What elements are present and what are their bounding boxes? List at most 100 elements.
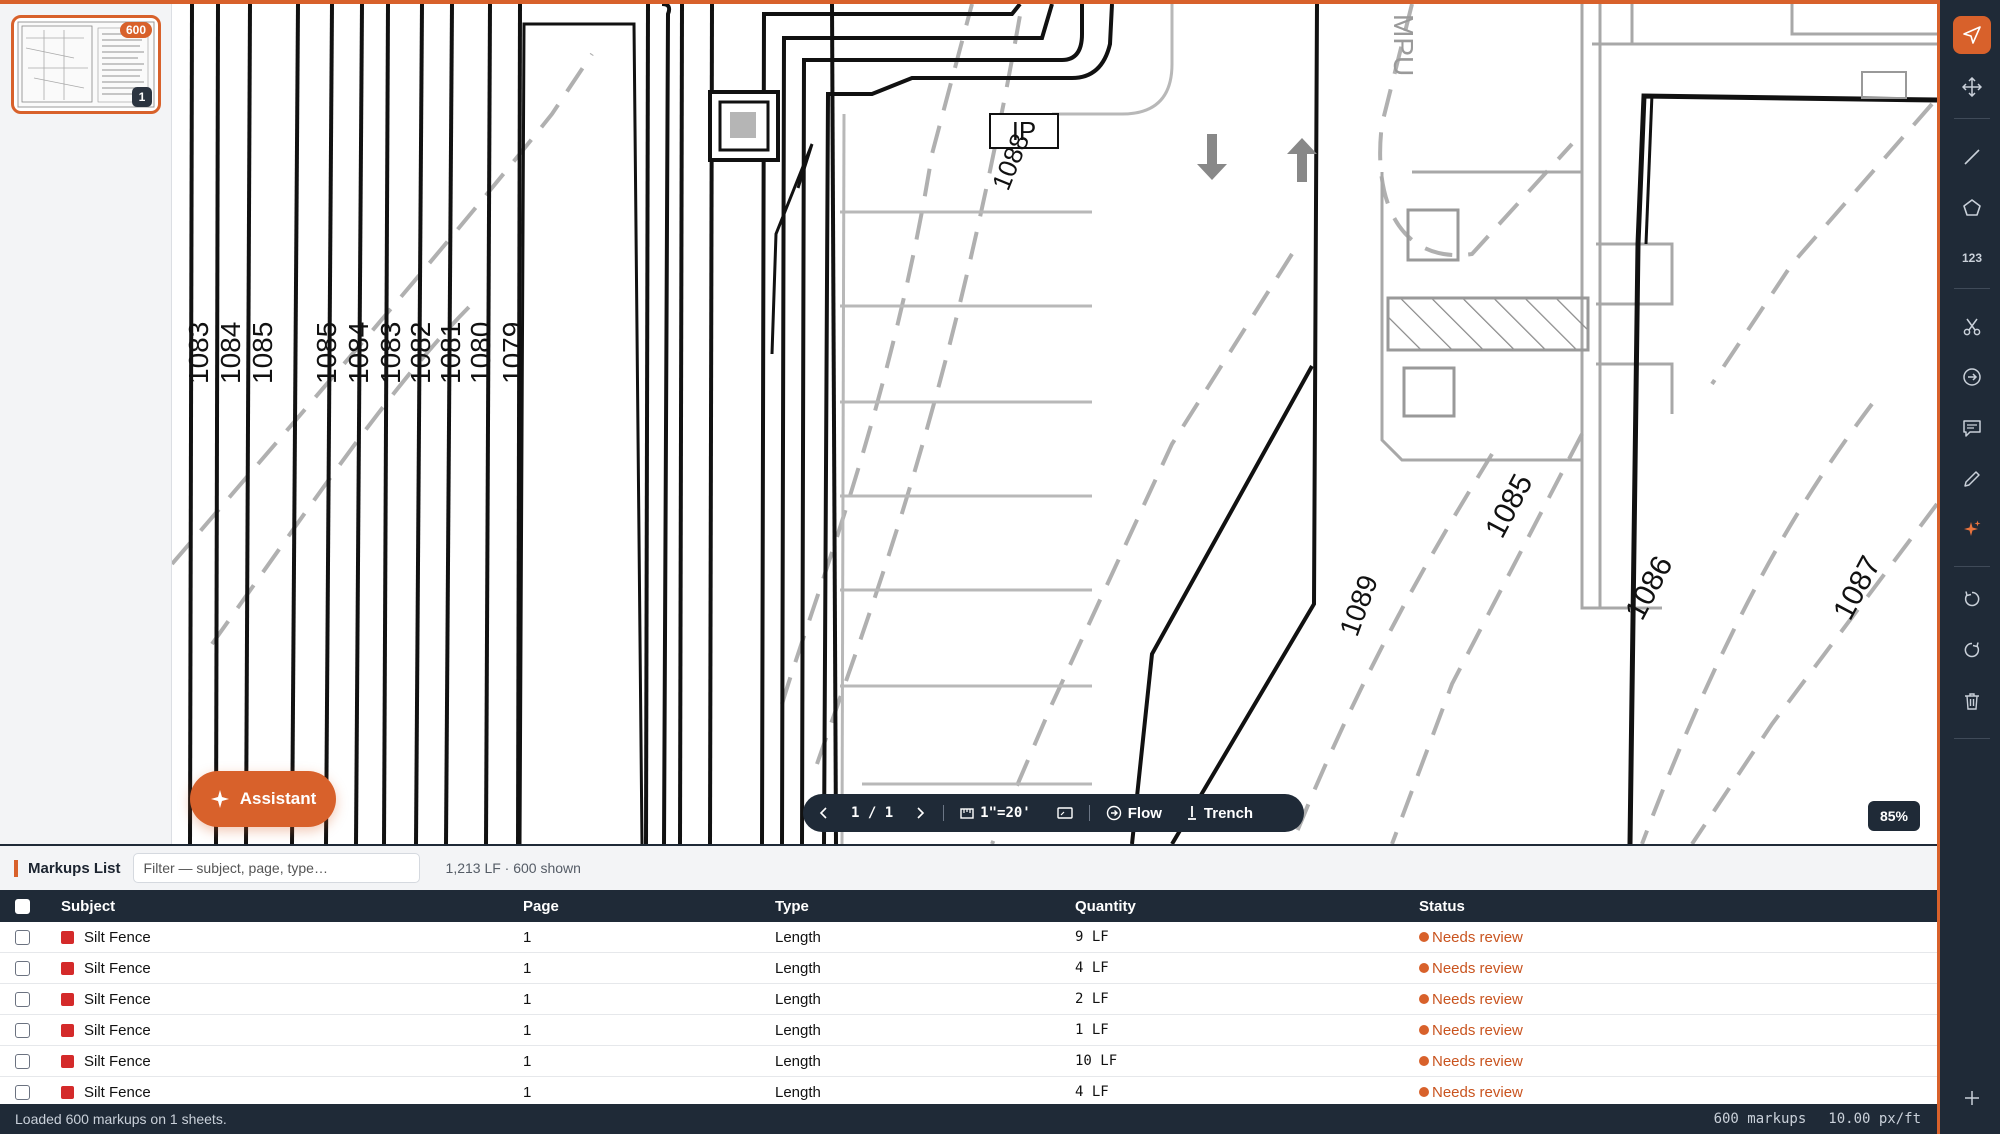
column-header-type[interactable]: Type xyxy=(775,890,809,922)
undo-button[interactable] xyxy=(1953,580,1991,618)
row-subject-text: Silt Fence xyxy=(84,1052,151,1070)
chevron-right-icon xyxy=(917,807,925,819)
row-status-text: Needs review xyxy=(1432,928,1523,946)
markups-panel-header: Markups List 1,213 LF · 600 shown xyxy=(0,846,1937,890)
markups-table-body: Silt Fence 1 Length 9 LF Needs review Silt Fe… xyxy=(0,922,1937,1106)
scale-label: 1"=20' xyxy=(980,805,1031,821)
trench-label: Trench xyxy=(1203,804,1254,822)
column-header-status[interactable]: Status xyxy=(1419,890,1465,922)
markups-summary: 1,213 LF · 600 shown xyxy=(445,860,581,876)
column-header-subject[interactable]: Subject xyxy=(61,890,115,922)
row-status[interactable]: Needs review xyxy=(1419,953,1523,983)
row-status[interactable]: Needs review xyxy=(1419,1015,1523,1045)
row-status[interactable]: Needs review xyxy=(1419,984,1523,1014)
drawing-canvas[interactable]: IP 1088 MPU 1089 1085 1086 1087 1083 108… xyxy=(172,4,1937,844)
status-dot-icon xyxy=(1419,963,1429,973)
row-checkbox[interactable] xyxy=(15,1077,30,1106)
row-checkbox[interactable] xyxy=(15,984,30,1014)
contour-label: 1085 xyxy=(247,322,278,384)
count-tool-button[interactable]: 123 xyxy=(1953,239,1991,277)
label-1089: 1089 xyxy=(1334,571,1384,640)
assistant-button[interactable]: Assistant xyxy=(190,771,336,827)
markup-color-swatch xyxy=(61,992,74,1006)
markup-row[interactable]: Silt Fence 1 Length 10 LF Needs review xyxy=(0,1046,1937,1077)
tool-divider xyxy=(1954,118,1990,119)
row-type: Length xyxy=(775,1021,821,1039)
row-status[interactable]: Needs review xyxy=(1419,922,1523,952)
row-quantity: 1 LF xyxy=(1075,1022,1109,1038)
flow-label: Flow xyxy=(1127,804,1162,822)
next-page-button[interactable] xyxy=(913,794,927,832)
cut-tool-button[interactable] xyxy=(1953,308,1991,346)
toolbar-divider xyxy=(1088,805,1090,821)
row-subject: Silt Fence xyxy=(61,922,151,952)
comment-icon xyxy=(1963,420,1981,437)
row-checkbox[interactable] xyxy=(15,1046,30,1076)
row-status[interactable]: Needs review xyxy=(1419,1046,1523,1076)
redo-button[interactable] xyxy=(1953,631,1991,669)
contour-label: 1080 xyxy=(465,322,496,384)
markup-row[interactable]: Silt Fence 1 Length 1 LF Needs review xyxy=(0,1015,1937,1046)
markups-table-header: Subject Page Type Quantity Status xyxy=(0,890,1937,922)
column-header-quantity[interactable]: Quantity xyxy=(1075,890,1136,922)
polygon-tool-button[interactable] xyxy=(1953,189,1991,227)
markup-row[interactable]: Silt Fence 1 Length 4 LF Needs review xyxy=(0,1077,1937,1106)
zoom-level-badge[interactable]: 85% xyxy=(1868,801,1920,831)
row-type: Length xyxy=(775,990,821,1008)
ai-tool-button[interactable] xyxy=(1953,510,1991,548)
column-header-page[interactable]: Page xyxy=(523,890,559,922)
row-subject: Silt Fence xyxy=(61,1015,151,1045)
trash-icon xyxy=(1965,693,1979,710)
row-subject-text: Silt Fence xyxy=(84,959,151,977)
delete-button[interactable] xyxy=(1953,682,1991,720)
flow-direction-tool-button[interactable] xyxy=(1953,358,1991,396)
select-tool-button[interactable] xyxy=(1953,16,1991,54)
assistant-label: Assistant xyxy=(239,789,317,808)
row-type: Length xyxy=(775,959,821,977)
scale-button[interactable]: 1"=20' xyxy=(960,794,1031,832)
row-status[interactable]: Needs review xyxy=(1419,1077,1523,1106)
row-checkbox[interactable] xyxy=(15,922,30,952)
fit-page-icon xyxy=(1057,807,1073,819)
cursor-arrow-icon xyxy=(1963,26,1981,44)
pencil-tool-button[interactable] xyxy=(1953,460,1991,498)
page-thumbnail[interactable]: 600 1 xyxy=(11,15,161,114)
row-status-text: Needs review xyxy=(1432,1021,1523,1039)
trench-tool-button[interactable]: Trench xyxy=(1186,794,1253,832)
tool-divider xyxy=(1954,288,1990,289)
status-message: Loaded 600 markups on 1 sheets. xyxy=(15,1111,227,1127)
status-dot-icon xyxy=(1419,1025,1429,1035)
site-plan-drawing: IP 1088 MPU 1089 1085 1086 1087 1083 108… xyxy=(172,4,1937,844)
line-tool-button[interactable] xyxy=(1953,138,1991,176)
tool-rail: 123 xyxy=(1937,0,2000,1134)
markups-filter-input[interactable] xyxy=(132,853,420,883)
pan-tool-button[interactable] xyxy=(1953,68,1991,106)
row-type: Length xyxy=(775,928,821,946)
pencil-icon xyxy=(1964,471,1980,487)
markup-color-swatch xyxy=(61,961,74,975)
status-bar: Loaded 600 markups on 1 sheets. 600 mark… xyxy=(0,1104,1937,1134)
row-checkbox[interactable] xyxy=(15,953,30,983)
row-page: 1 xyxy=(523,1083,532,1101)
row-checkbox[interactable] xyxy=(15,1015,30,1045)
row-status-text: Needs review xyxy=(1432,990,1523,1008)
ruler-icon xyxy=(960,808,974,819)
status-dot-icon xyxy=(1419,1087,1429,1097)
markup-row[interactable]: Silt Fence 1 Length 2 LF Needs review xyxy=(0,984,1937,1015)
row-subject: Silt Fence xyxy=(61,1046,151,1076)
row-type: Length xyxy=(775,1052,821,1070)
status-dot-icon xyxy=(1419,1056,1429,1066)
add-button[interactable] xyxy=(1953,1079,1991,1117)
redo-icon xyxy=(1964,642,1980,658)
fit-view-button[interactable] xyxy=(1057,794,1073,832)
prev-page-button[interactable] xyxy=(817,794,831,832)
markup-color-swatch xyxy=(61,1054,74,1068)
markup-row[interactable]: Silt Fence 1 Length 4 LF Needs review xyxy=(0,953,1937,984)
pentagon-icon xyxy=(1963,199,1981,216)
select-all-checkbox[interactable] xyxy=(15,890,30,922)
status-scale-ratio: 10.00 px/ft xyxy=(1828,1111,1921,1127)
comment-tool-button[interactable] xyxy=(1953,409,1991,447)
markup-row[interactable]: Silt Fence 1 Length 9 LF Needs review xyxy=(0,922,1937,953)
contour-label: 1079 xyxy=(497,322,528,384)
flow-tool-button[interactable]: Flow xyxy=(1106,794,1162,832)
